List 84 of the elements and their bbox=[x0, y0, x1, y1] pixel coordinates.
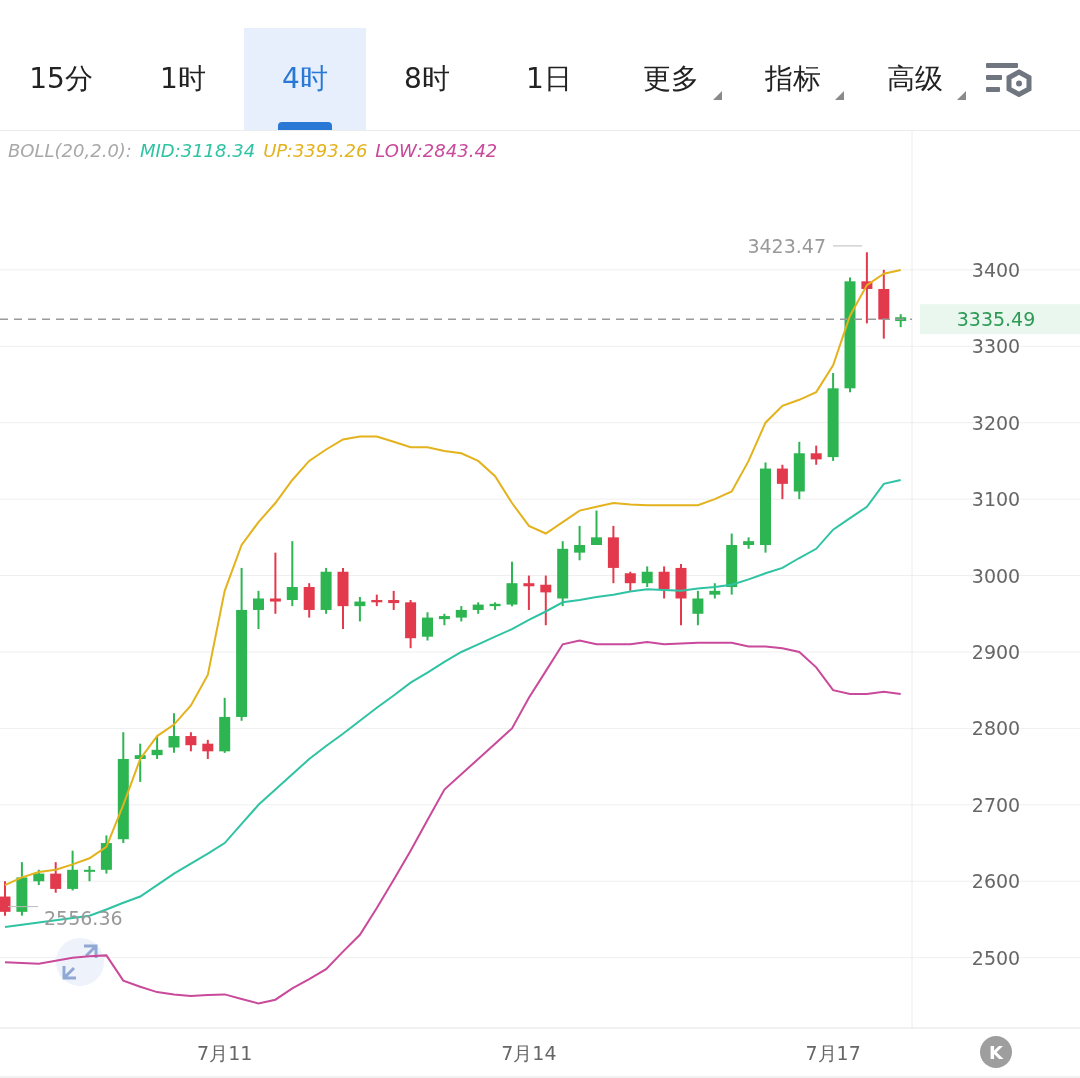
price-axis-label: 3200 bbox=[971, 411, 1021, 434]
candlestick bbox=[878, 268, 890, 340]
candlestick bbox=[574, 524, 586, 562]
date-axis-label: 7月11 bbox=[197, 1042, 253, 1064]
candlestick bbox=[219, 696, 231, 754]
date-axis-label: 7月14 bbox=[501, 1042, 557, 1064]
high-price-label: 3423.47 bbox=[747, 234, 826, 257]
candlestick bbox=[793, 440, 805, 501]
period-tab[interactable]: 高级 bbox=[854, 28, 976, 130]
price-axis-label: 2500 bbox=[971, 946, 1021, 969]
candlestick bbox=[438, 612, 450, 627]
indicator-legend-text: BOLL(20,2.0): bbox=[8, 140, 132, 161]
candlestick bbox=[303, 582, 315, 619]
candlestick bbox=[16, 861, 28, 917]
period-tab[interactable]: 1时 bbox=[122, 28, 244, 130]
candlestick bbox=[388, 589, 400, 611]
price-axis-label: 2900 bbox=[971, 641, 1021, 663]
candlestick bbox=[185, 731, 197, 753]
candlestick bbox=[591, 509, 602, 546]
candlestick bbox=[658, 565, 670, 600]
candlestick bbox=[286, 540, 298, 608]
period-tab[interactable]: 4时 bbox=[244, 28, 366, 130]
candlestick bbox=[354, 595, 366, 623]
candlestick bbox=[624, 570, 636, 592]
candlestick bbox=[320, 566, 332, 615]
candlestick bbox=[33, 868, 45, 887]
candlestick bbox=[641, 565, 653, 588]
candlestick bbox=[523, 574, 535, 611]
candlestick bbox=[67, 849, 79, 892]
indicator-legend-text: UP:3393.26 bbox=[263, 140, 368, 161]
candlestick bbox=[743, 536, 755, 550]
date-axis-label: 7月17 bbox=[805, 1042, 861, 1064]
candlestick bbox=[253, 589, 264, 631]
period-tab[interactable]: 15分 bbox=[0, 28, 122, 130]
selected-indicator bbox=[278, 122, 332, 130]
candlestick bbox=[726, 532, 738, 596]
price-axis-label: 3000 bbox=[971, 564, 1021, 587]
candlestick bbox=[810, 444, 822, 466]
candlestick bbox=[540, 574, 552, 627]
candlestick bbox=[422, 611, 433, 642]
indicator-legend-text: MID:3118.34 bbox=[139, 140, 256, 161]
candlestick bbox=[472, 601, 484, 615]
dropdown-corner-icon bbox=[957, 91, 966, 100]
price-axis-label: 2800 bbox=[971, 717, 1021, 740]
kline-button-label: K bbox=[989, 1042, 1003, 1063]
period-tab[interactable]: 1日 bbox=[488, 28, 610, 130]
candlestick bbox=[489, 601, 501, 611]
candlestick bbox=[557, 540, 569, 608]
candlestick bbox=[776, 463, 788, 501]
candlestick bbox=[202, 738, 214, 760]
candlestick bbox=[506, 560, 518, 608]
candlestick bbox=[50, 861, 62, 894]
candlestick bbox=[84, 865, 95, 883]
price-axis-label: 3400 bbox=[971, 258, 1021, 281]
candlestick bbox=[455, 605, 467, 623]
indicator-legend-text: LOW:2843.42 bbox=[375, 140, 498, 161]
candlestick bbox=[692, 589, 704, 627]
candlestick bbox=[371, 593, 383, 608]
candlestick bbox=[134, 742, 146, 783]
kline-button[interactable] bbox=[980, 1036, 1012, 1068]
candlestick bbox=[0, 880, 11, 917]
candlestick bbox=[151, 735, 163, 760]
candlestick bbox=[709, 582, 721, 600]
candlestick bbox=[100, 834, 112, 875]
candlestick bbox=[675, 563, 687, 627]
period-tab[interactable]: 更多 bbox=[610, 28, 732, 130]
price-axis-label: 2700 bbox=[971, 793, 1021, 816]
dropdown-corner-icon bbox=[713, 91, 722, 100]
candlestick bbox=[405, 599, 417, 650]
last-price-label: 3335.49 bbox=[956, 308, 1036, 331]
period-tab[interactable]: 8时 bbox=[366, 28, 488, 130]
dropdown-corner-icon bbox=[835, 91, 844, 100]
period-tab[interactable]: 指标 bbox=[732, 28, 854, 130]
candlestick bbox=[895, 313, 907, 329]
price-axis-label: 3300 bbox=[971, 335, 1021, 358]
candlestick bbox=[269, 551, 281, 615]
candlestick bbox=[607, 524, 619, 585]
leader-line bbox=[7, 906, 39, 908]
candlestick bbox=[337, 566, 349, 631]
leader-line bbox=[832, 245, 863, 247]
candlestick bbox=[168, 712, 180, 754]
expand-icon[interactable] bbox=[56, 938, 104, 986]
price-axis-label: 2600 bbox=[971, 870, 1021, 893]
price-axis-label: 3100 bbox=[971, 488, 1021, 511]
